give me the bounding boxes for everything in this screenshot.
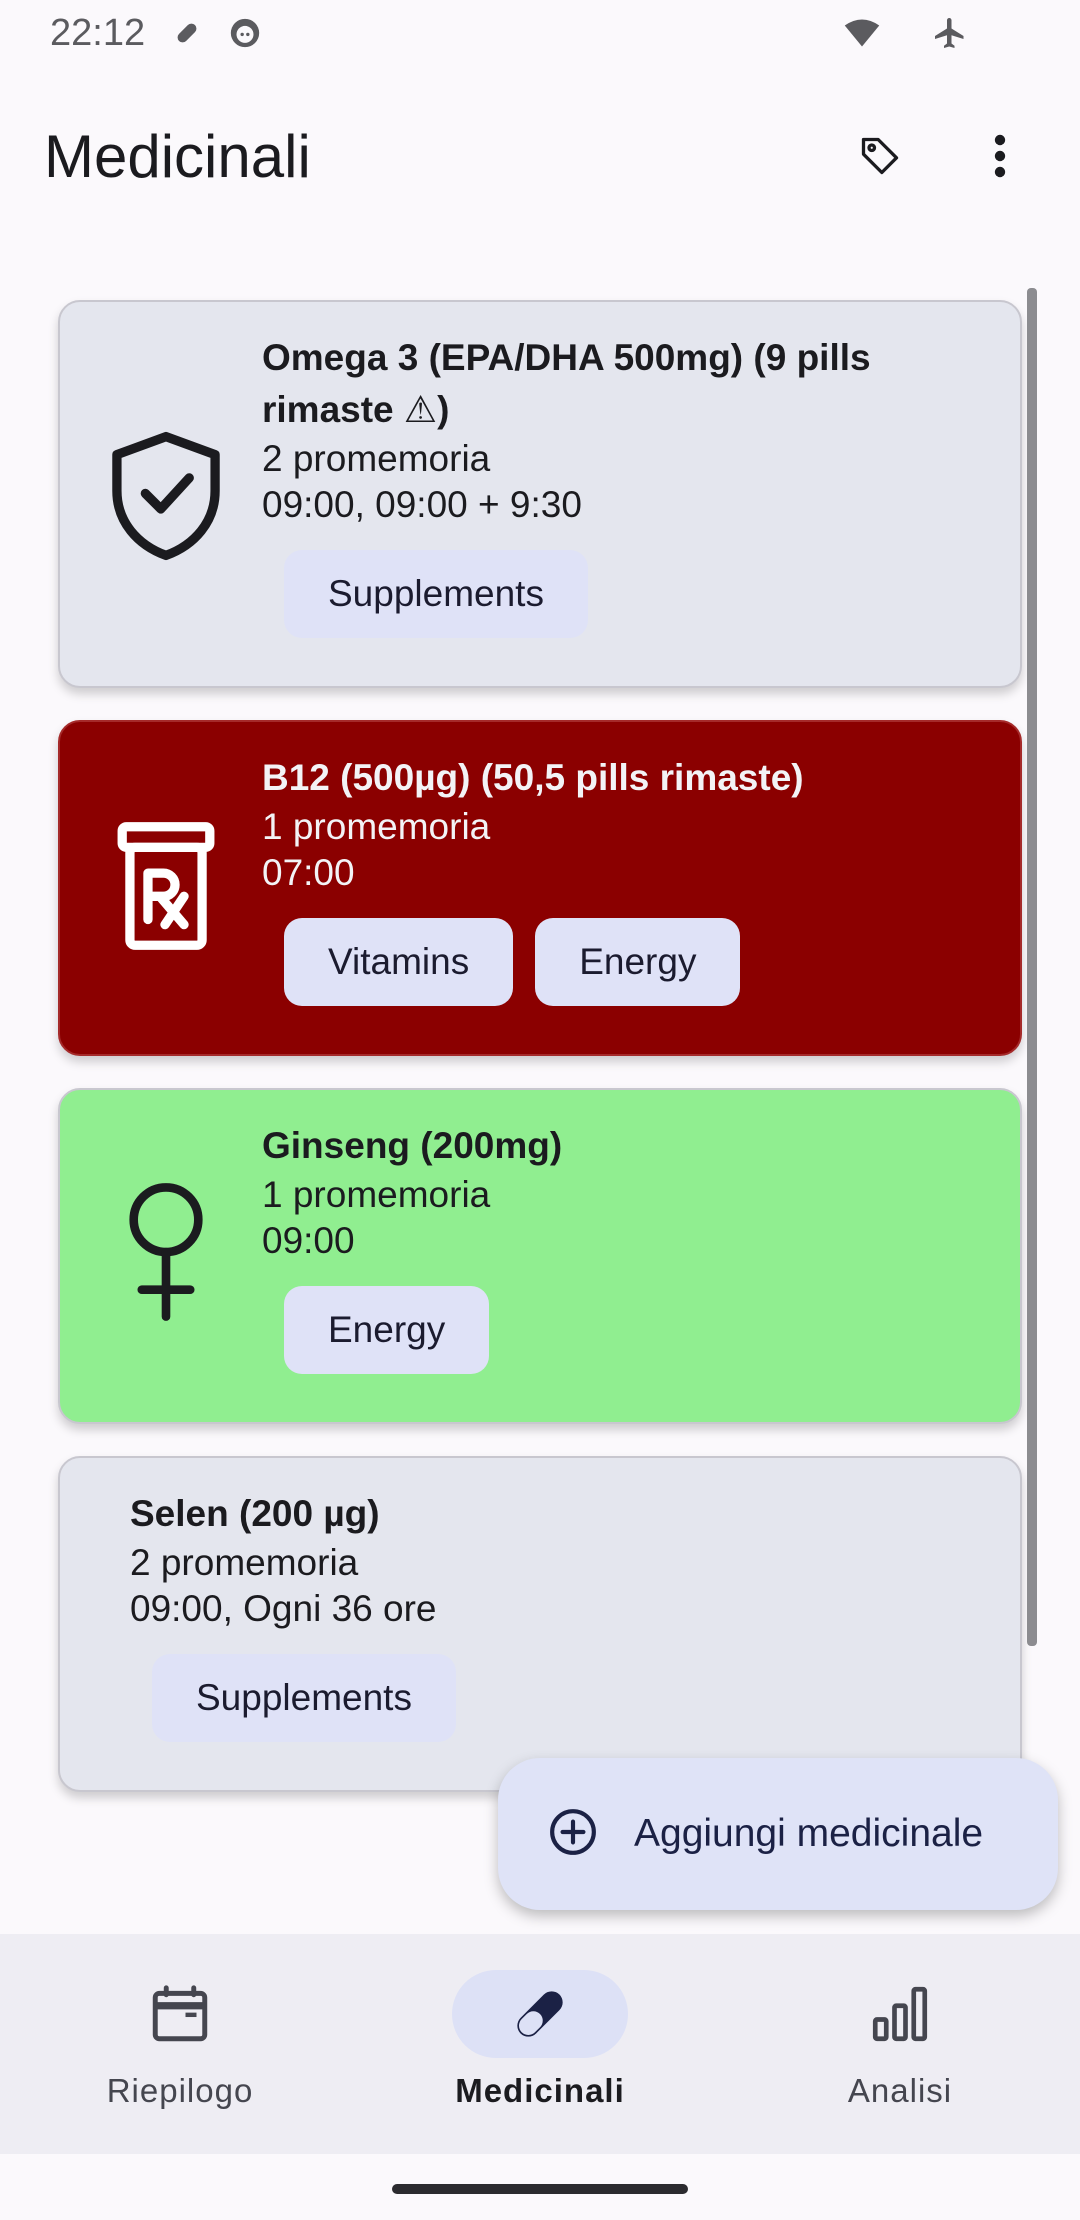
add-circle-icon — [548, 1807, 598, 1862]
more-vert-icon[interactable] — [960, 116, 1040, 196]
medicine-reminders: 2 promemoria — [130, 1542, 359, 1583]
pill-icon — [169, 15, 205, 51]
nav-label: Riepilogo — [106, 2072, 254, 2109]
medicine-card-ginseng[interactable]: Ginseng (200mg) 1 promemoria 09:00 Energ… — [58, 1088, 1022, 1424]
gesture-handle[interactable] — [392, 2184, 688, 2194]
tag-icon[interactable] — [840, 116, 920, 196]
medicine-times: 09:00 — [262, 1220, 355, 1261]
medicine-reminders: 2 promemoria — [262, 438, 491, 479]
medicine-card-selen[interactable]: Selen (200 µg) 2 promemoria 09:00, Ogni … — [58, 1456, 1022, 1792]
wifi-icon — [844, 15, 880, 51]
medicine-title: Selen (200 µg) — [130, 1493, 380, 1534]
nav-item-medicinali[interactable]: Medicinali — [360, 1934, 720, 2154]
tag-chip[interactable]: Energy — [284, 1286, 490, 1374]
nav-label: Analisi — [847, 2072, 953, 2109]
tag-chip[interactable]: Supplements — [284, 550, 588, 638]
pill-icon — [452, 1970, 628, 2058]
female-symbol-icon — [86, 1172, 246, 1332]
nav-label: Medicinali — [455, 2072, 625, 2109]
medicine-title: Ginseng (200mg) — [262, 1125, 563, 1166]
bottom-navigation: Riepilogo Medicinali Analisi — [0, 1934, 1080, 2154]
add-medicine-label: Aggiungi medicinale — [634, 1812, 984, 1855]
nav-item-riepilogo[interactable]: Riepilogo — [0, 1934, 360, 2154]
medicine-reminders: 1 promemoria — [262, 1174, 491, 1215]
medicine-title: B12 (500µg) (50,5 pills rimaste) — [262, 757, 804, 798]
medicine-times: 09:00, 09:00 + 9:30 — [262, 484, 582, 525]
medicine-title: Omega 3 (EPA/DHA 500mg) (9 pills rimaste… — [262, 337, 871, 430]
tag-chip[interactable]: Supplements — [152, 1654, 456, 1742]
tag-chip[interactable]: Vitamins — [284, 918, 514, 1006]
tag-chip[interactable]: Energy — [535, 918, 741, 1006]
medicine-times: 09:00, Ogni 36 ore — [130, 1588, 437, 1629]
nav-item-analisi[interactable]: Analisi — [720, 1934, 1080, 2154]
prescription-bottle-icon — [86, 806, 246, 966]
medicine-card-omega3[interactable]: Omega 3 (EPA/DHA 500mg) (9 pills rimaste… — [58, 300, 1022, 688]
top-app-bar: Medicinali — [0, 100, 1080, 212]
status-time: 22:12 — [50, 11, 146, 54]
bar-chart-icon — [812, 1970, 988, 2058]
add-medicine-button[interactable]: Aggiungi medicinale — [498, 1758, 1058, 1910]
calendar-icon — [92, 1970, 268, 2058]
page-title: Medicinali — [44, 122, 311, 190]
status-bar: 22:12 — [0, 0, 1080, 66]
medicine-card-b12[interactable]: B12 (500µg) (50,5 pills rimaste) 1 prome… — [58, 720, 1022, 1056]
shield-check-icon — [86, 416, 246, 576]
medicine-reminders: 1 promemoria — [262, 806, 491, 847]
face-icon — [227, 15, 263, 51]
airplane-icon — [932, 15, 968, 51]
scrollbar[interactable] — [1027, 288, 1037, 1646]
medicine-times: 07:00 — [262, 852, 355, 893]
